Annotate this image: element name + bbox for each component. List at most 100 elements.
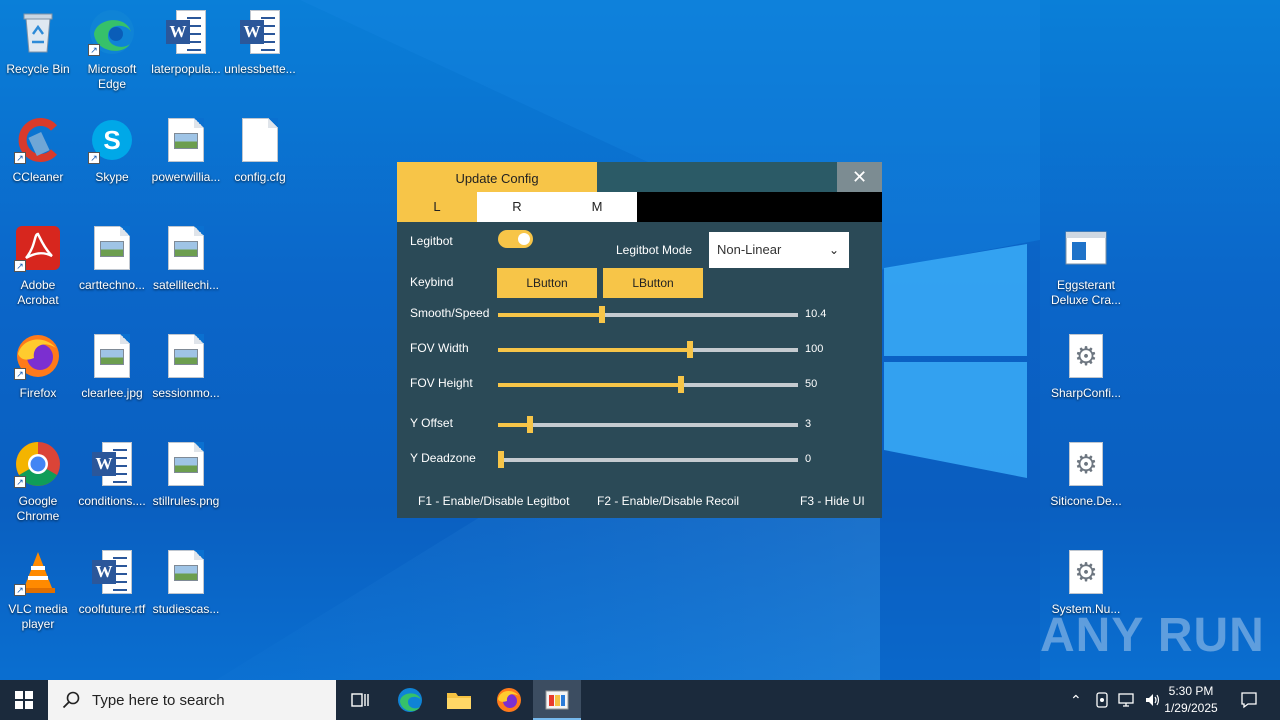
desktop-icon-conditions[interactable]: W conditions.... <box>74 440 150 509</box>
desktop-icon-eggsterant[interactable]: Eggsterant Deluxe Cra... <box>1048 224 1124 308</box>
vlc-icon: ↗ <box>14 548 62 596</box>
slider-handle[interactable] <box>498 451 504 468</box>
desktop-icon-acrobat[interactable]: ↗ Adobe Acrobat <box>0 224 76 308</box>
desktop-icon-label: unlessbette... <box>224 62 296 76</box>
desktop-icon-label: carttechno... <box>78 278 146 292</box>
close-button[interactable]: ✕ <box>837 162 882 192</box>
hotkey-hint-f2: F2 - Enable/Disable Recoil <box>597 494 740 508</box>
search-placeholder: Type here to search <box>92 691 225 709</box>
image-file-icon <box>162 116 210 164</box>
taskbar-config-app-button[interactable] <box>533 680 581 720</box>
desktop-icon-clearlee[interactable]: clearlee.jpg <box>74 332 150 401</box>
slider-handle[interactable] <box>598 306 605 323</box>
desktop-icon-system-nu[interactable]: ⚙ System.Nu... <box>1048 548 1124 617</box>
desktop-icon-label: CCleaner <box>12 170 64 184</box>
desktop-icon-skype[interactable]: S ↗ Skype <box>74 116 150 185</box>
search-icon <box>62 691 80 709</box>
desktop-icon-laterpopula[interactable]: W laterpopula... <box>148 8 224 77</box>
taskbar-search-box[interactable]: Type here to search <box>48 680 336 720</box>
desktop-icon-stillrules[interactable]: stillrules.png <box>148 440 224 509</box>
network-icon[interactable] <box>1118 692 1136 708</box>
desktop-icon-firefox[interactable]: ↗ Firefox <box>0 332 76 401</box>
desktop-icon-ccleaner[interactable]: ↗ CCleaner <box>0 116 76 185</box>
desktop-icon-recycle-bin[interactable]: Recycle Bin <box>0 8 76 77</box>
y-offset-slider[interactable] <box>498 416 798 433</box>
desktop-icon-label: coolfuture.rtf <box>78 602 146 616</box>
legitbot-mode-label: Legitbot Mode <box>616 243 693 257</box>
slider-fill <box>498 383 681 387</box>
fov-width-slider[interactable] <box>498 341 798 358</box>
desktop-icon-unlessbette[interactable]: W unlessbette... <box>222 8 298 77</box>
desktop-icon-label: VLC media player <box>8 602 68 631</box>
desktop-icon-powerwillia[interactable]: powerwillia... <box>148 116 224 185</box>
desktop-icon-label: Eggsterant Deluxe Cra... <box>1050 278 1122 307</box>
desktop-icon-label: sessionmo... <box>152 386 220 400</box>
ccleaner-icon: ↗ <box>14 116 62 164</box>
update-config-button[interactable]: Update Config <box>397 162 597 192</box>
tray-icons: ⌃ <box>1070 680 1162 720</box>
desktop-icon-label: Microsoft Edge <box>87 62 137 91</box>
y-deadzone-slider[interactable] <box>498 451 798 468</box>
desktop-icon-satellitechi[interactable]: satellitechi... <box>148 224 224 293</box>
anyrun-watermark: ANY RUN <box>1040 609 1265 662</box>
desktop-icon-coolfuture[interactable]: W coolfuture.rtf <box>74 548 150 617</box>
taskbar-firefox-button[interactable] <box>485 680 533 720</box>
shortcut-arrow-icon: ↗ <box>14 584 26 596</box>
word-doc-icon: W <box>236 8 284 56</box>
tab-l[interactable]: L <box>397 192 477 222</box>
keybind-2-button[interactable]: LButton <box>603 268 703 298</box>
tab-r[interactable]: R <box>477 192 557 222</box>
legitbot-mode-select[interactable]: Non-Linear ⌄ <box>709 232 849 268</box>
slider-handle[interactable] <box>526 416 533 433</box>
slider-handle[interactable] <box>678 376 684 393</box>
edge-icon: ↗ <box>88 8 136 56</box>
slider-fill <box>498 348 690 352</box>
task-view-icon <box>351 693 369 707</box>
chrome-icon: ↗ <box>14 440 62 488</box>
desktop-icon-carttechno[interactable]: carttechno... <box>74 224 150 293</box>
taskbar-clock[interactable]: 5:30 PM 1/29/2025 <box>1158 683 1224 717</box>
edge-icon <box>398 688 422 712</box>
word-doc-icon: W <box>88 440 136 488</box>
desktop-icon-sharpconfi[interactable]: ⚙ SharpConfi... <box>1048 332 1124 401</box>
desktop-icon-vlc[interactable]: ↗ VLC media player <box>0 548 76 632</box>
skype-icon: S ↗ <box>88 116 136 164</box>
tab-m[interactable]: M <box>557 192 637 222</box>
desktop-icon-sessionmo[interactable]: sessionmo... <box>148 332 224 401</box>
notification-icon <box>1241 692 1257 709</box>
fov-height-value: 50 <box>805 378 818 390</box>
taskbar-explorer-button[interactable] <box>435 680 483 720</box>
firefox-icon <box>497 688 521 712</box>
slider-handle[interactable] <box>687 341 693 358</box>
image-file-icon <box>162 332 210 380</box>
legitbot-toggle[interactable] <box>498 230 533 248</box>
device-icon[interactable] <box>1094 692 1110 708</box>
settings-file-icon: ⚙ <box>1062 440 1110 488</box>
clock-time: 5:30 PM <box>1168 684 1214 698</box>
desktop-icon-edge[interactable]: ↗ Microsoft Edge <box>74 8 150 92</box>
desktop-icon-config-cfg[interactable]: config.cfg <box>222 116 298 185</box>
notification-center-button[interactable] <box>1232 680 1266 720</box>
show-hidden-icons-chevron-icon[interactable]: ⌃ <box>1070 692 1082 709</box>
taskbar: Type here to search ⌃ 5:30 PM 1/29/2025 <box>0 680 1280 720</box>
keybind-1-button[interactable]: LButton <box>497 268 597 298</box>
desktop-icon-label: Adobe Acrobat <box>17 278 59 307</box>
hotkey-hint-f1: F1 - Enable/Disable Legitbot <box>418 494 570 508</box>
desktop-icon-label: laterpopula... <box>151 62 221 76</box>
taskbar-edge-button[interactable] <box>386 680 434 720</box>
window-titlebar[interactable]: Update Config ✕ <box>397 162 882 192</box>
smooth-speed-slider[interactable] <box>498 306 798 323</box>
fov-height-slider[interactable] <box>498 376 798 393</box>
desktop-icon-studiescas[interactable]: studiescas... <box>148 548 224 617</box>
slider-label-smooth-speed: Smooth/Speed <box>410 306 490 320</box>
slider-label-fov-height: FOV Height <box>410 376 473 390</box>
desktop-icon-siticone[interactable]: ⚙ Siticone.De... <box>1048 440 1124 509</box>
word-doc-icon: W <box>88 548 136 596</box>
task-view-button[interactable] <box>336 680 384 720</box>
start-button[interactable] <box>0 680 48 720</box>
shortcut-arrow-icon: ↗ <box>14 476 26 488</box>
desktop-icon-chrome[interactable]: ↗ Google Chrome <box>0 440 76 524</box>
hotkey-hint-f3: F3 - Hide UI <box>800 494 865 508</box>
slider-fill <box>498 423 530 427</box>
config-window: Update Config ✕ L R M Legitbot Legitbot … <box>397 162 882 518</box>
